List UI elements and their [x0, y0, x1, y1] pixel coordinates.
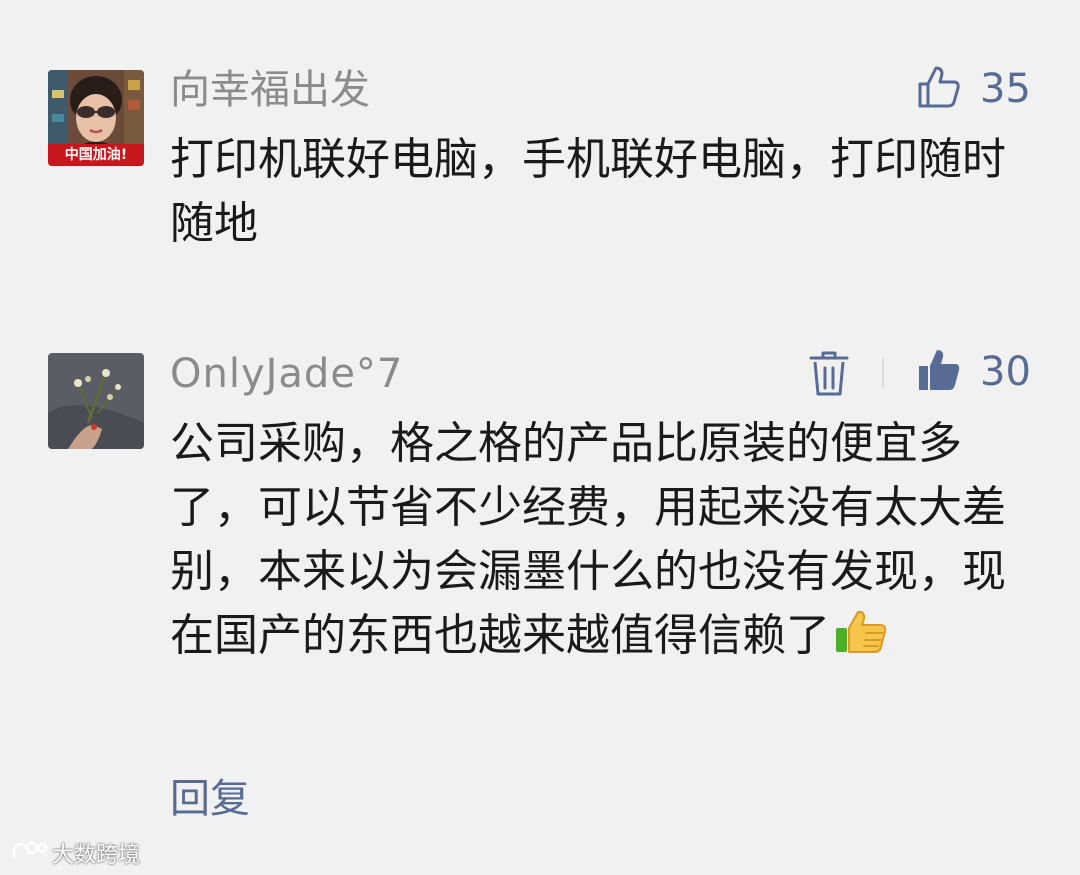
action-divider — [882, 358, 884, 388]
trash-icon[interactable] — [808, 350, 850, 402]
comment-item: OnlyJade°7 30 公司采购，格之格的产品比原装的便宜多了，可以节省不少… — [0, 0, 1080, 840]
watermark: 大数跨境 — [10, 838, 140, 873]
like-count: 30 — [980, 349, 1031, 395]
avatar-image — [48, 353, 144, 449]
avatar[interactable] — [48, 353, 144, 449]
thumbs-up-filled-icon — [916, 347, 962, 397]
like-button[interactable]: 30 — [916, 347, 1031, 397]
watermark-logo-icon — [10, 838, 48, 873]
username[interactable]: OnlyJade°7 — [170, 350, 403, 398]
watermark-text: 大数跨境 — [52, 842, 141, 868]
reply-button[interactable]: 回复 — [170, 772, 250, 826]
comment-text: 公司采购，格之格的产品比原装的便宜多了，可以节省不少经费，用起来没有太大差别，本… — [170, 412, 1020, 674]
thumbs-up-emoji-icon — [834, 608, 890, 674]
